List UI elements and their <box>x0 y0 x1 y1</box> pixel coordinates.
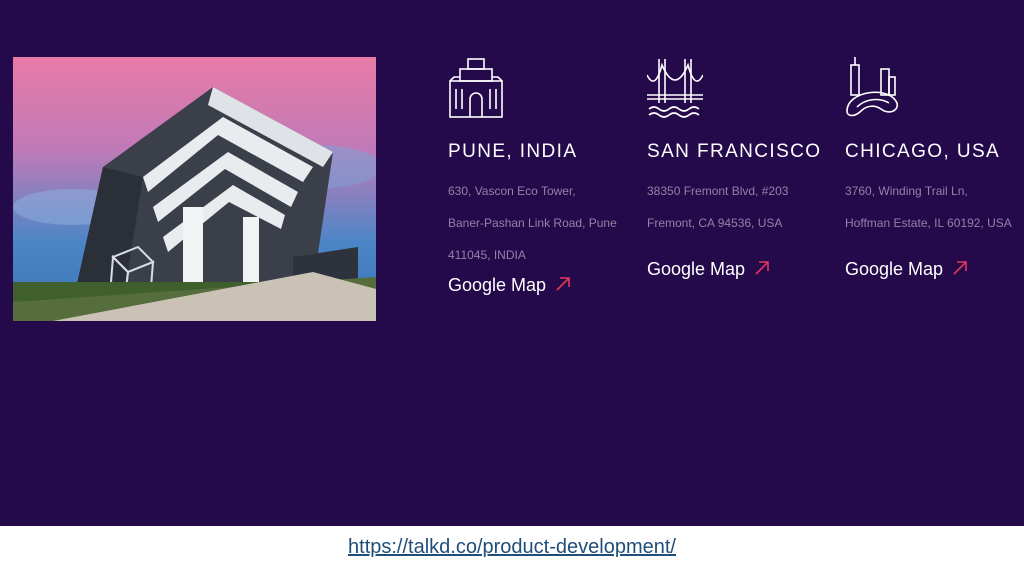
office-city: SAN FRANCISCO <box>647 141 822 162</box>
office-chicago: CHICAGO, USA 3760, Winding Trail Ln, Hof… <box>845 55 1024 280</box>
office-san-francisco: SAN FRANCISCO 38350 Fremont Blvd, #203 F… <box>647 55 832 280</box>
arrow-up-right-icon <box>953 259 967 280</box>
address-line: 630, Vascon Eco Tower, <box>448 184 576 198</box>
source-url-link[interactable]: https://talkd.co/product-development/ <box>0 536 1024 559</box>
address-line: Fremont, CA 94536, USA <box>647 216 783 230</box>
address-line: Hoffman Estate, IL 60192, USA <box>845 216 1012 230</box>
google-map-link[interactable]: Google Map <box>647 259 769 280</box>
google-map-label: Google Map <box>448 275 547 295</box>
arrow-up-right-icon <box>755 259 769 280</box>
office-city: CHICAGO, USA <box>845 141 1001 162</box>
office-city: PUNE, INDIA <box>448 141 578 162</box>
golden-gate-bridge-icon <box>647 55 832 119</box>
fort-building-icon <box>448 55 633 119</box>
address-line: 38350 Fremont Blvd, #203 <box>647 184 789 198</box>
address-line: 3760, Winding Trail Ln, <box>845 184 968 198</box>
office-building-photo <box>13 57 376 321</box>
google-map-label: Google Map <box>845 259 944 279</box>
office-address: 3760, Winding Trail Ln, Hoffman Estate, … <box>845 175 1024 239</box>
google-map-label: Google Map <box>647 259 746 279</box>
address-line: Baner-Pashan Link Road, Pune <box>448 216 617 230</box>
arrow-up-right-icon <box>556 275 570 296</box>
google-map-link[interactable]: Google Map <box>448 275 570 296</box>
slide-background: PUNE, INDIA 630, Vascon Eco Tower, Baner… <box>0 0 1024 526</box>
office-address: 630, Vascon Eco Tower, Baner-Pashan Link… <box>448 175 633 271</box>
chicago-bean-skyline-icon <box>845 55 1024 119</box>
office-pune: PUNE, INDIA 630, Vascon Eco Tower, Baner… <box>448 55 633 296</box>
office-address: 38350 Fremont Blvd, #203 Fremont, CA 945… <box>647 175 832 239</box>
google-map-link[interactable]: Google Map <box>845 259 967 280</box>
address-line: 411045, INDIA <box>448 248 526 262</box>
